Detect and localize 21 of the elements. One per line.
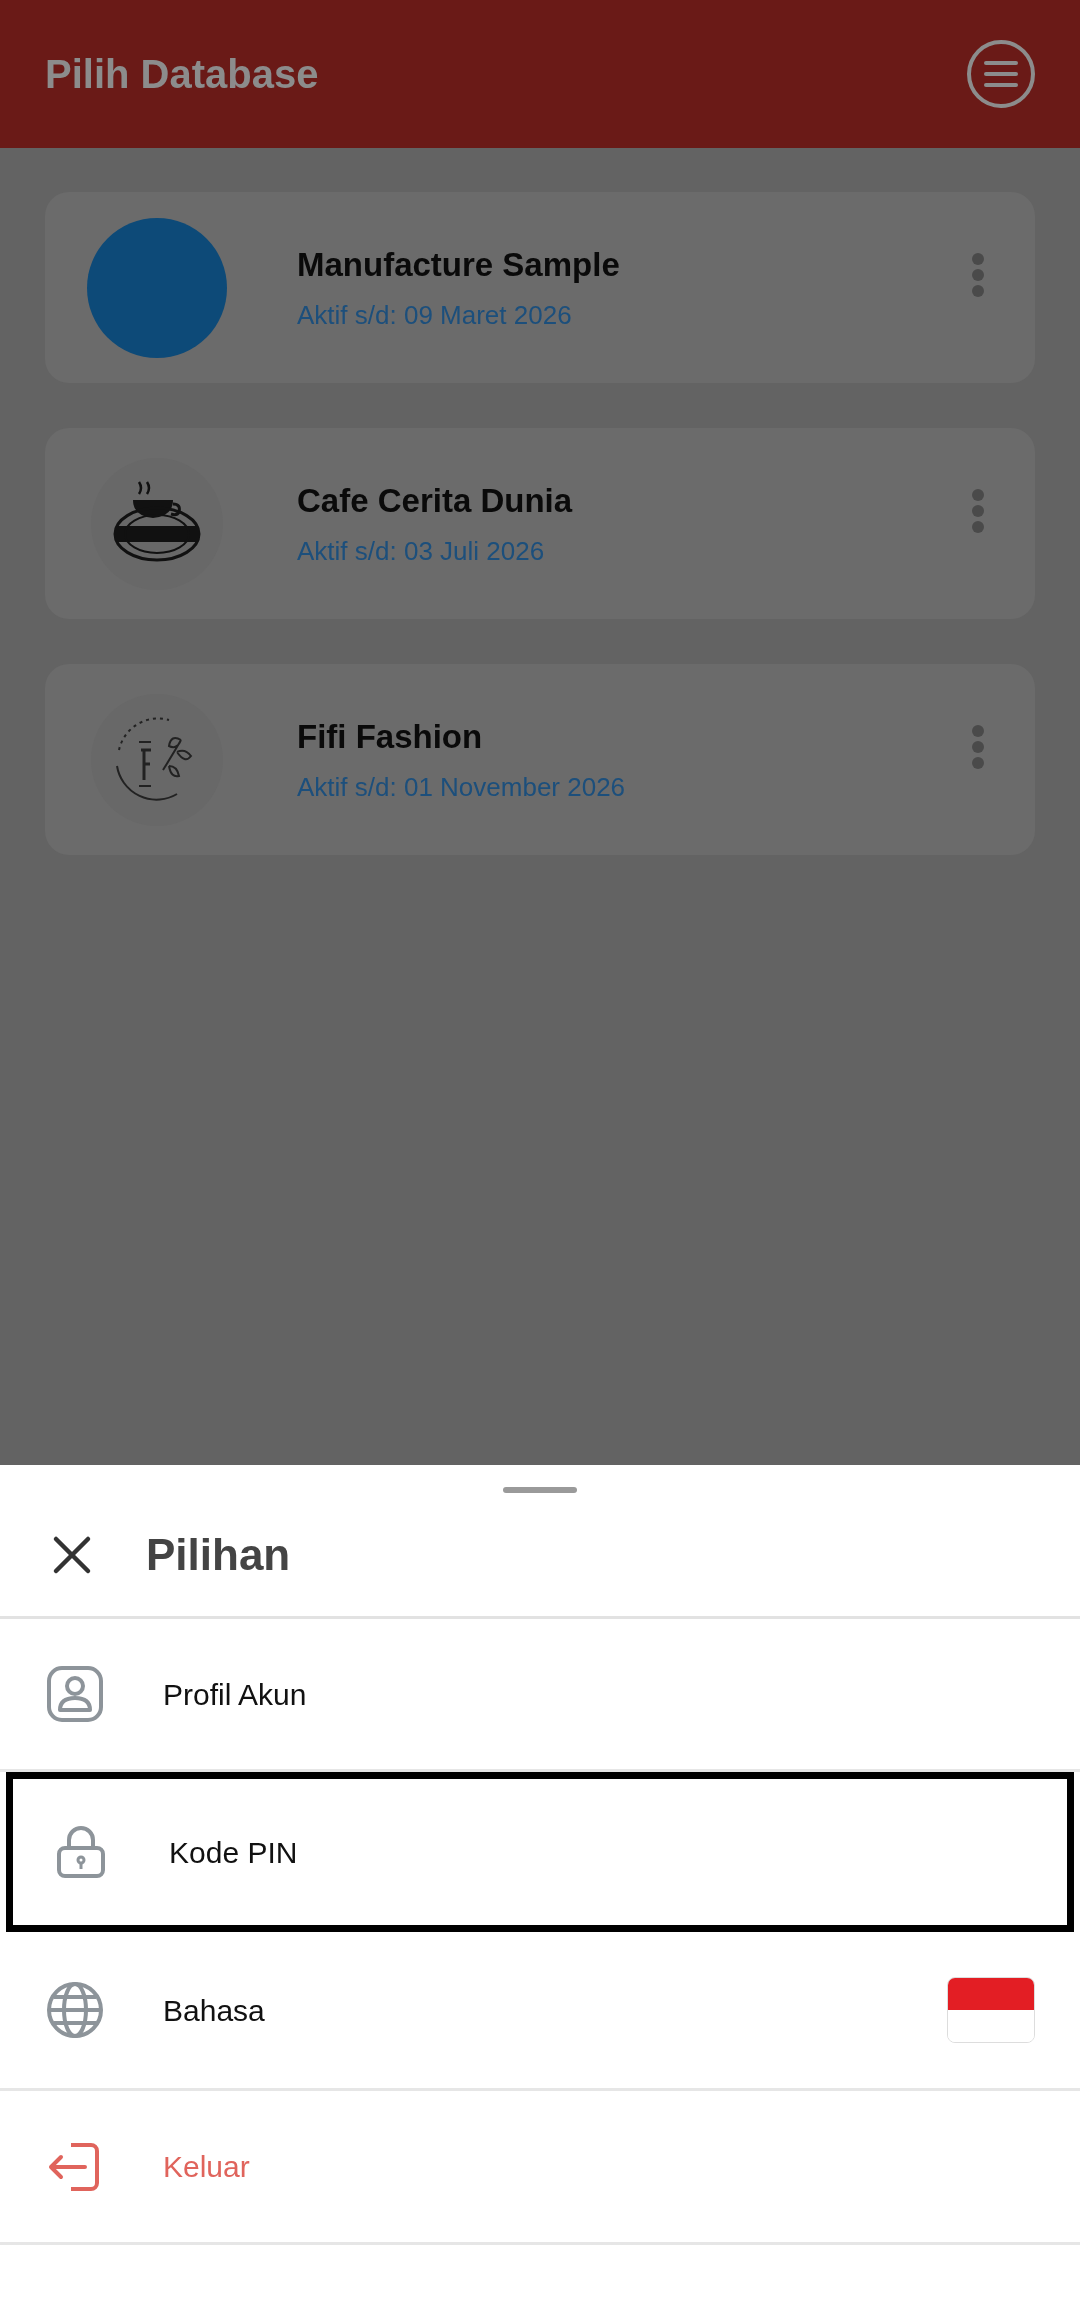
page-title: Pilih Database [45,51,319,98]
flag-icon [947,1977,1035,2043]
menu-item[interactable]: Kode PIN [6,1772,1074,1932]
database-card[interactable]: Cafe Cerita Dunia Aktif s/d: 03 Juli 2026 [45,428,1035,619]
database-name: Manufacture Sample [297,245,621,286]
menu-button[interactable] [967,40,1035,108]
database-card[interactable]: Fifi Fashion Aktif s/d: 01 November 2026 [45,664,1035,855]
active-until-date: Aktif s/d: 03 Juli 2026 [297,534,546,568]
sheet-title: Pilihan [146,1528,291,1581]
database-name: Cafe Cerita Dunia [297,481,574,522]
menu-icon [983,59,1019,89]
more-vertical-icon [971,488,985,534]
database-name: Fifi Fashion [297,717,484,758]
more-vertical-icon [971,724,985,770]
drag-handle[interactable] [503,1487,577,1493]
active-until-date: Aktif s/d: 01 November 2026 [297,770,627,804]
active-until-date: Aktif s/d: 09 Maret 2026 [297,298,573,332]
profile-icon [45,1664,105,1724]
more-vertical-icon [971,252,985,298]
globe-icon [45,1980,105,2040]
database-card[interactable]: Manufacture Sample Aktif s/d: 09 Maret 2026 [45,192,1035,383]
